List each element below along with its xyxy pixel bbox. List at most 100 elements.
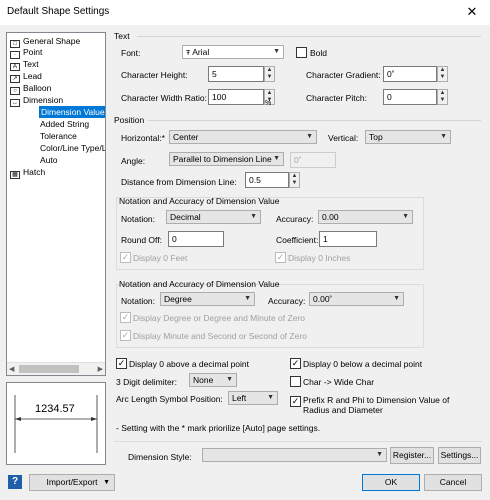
char-pitch-input[interactable]: 0 <box>383 89 437 105</box>
scroll-right-icon[interactable]: ▶ <box>98 365 103 373</box>
prefix-label: Prefix R and Phi to Dimension Value of R… <box>303 395 450 415</box>
tree-item-hatch[interactable]: ▦ Hatch <box>10 166 45 179</box>
spin-up-icon[interactable]: ▲ <box>438 90 447 97</box>
display-minute-zero-checkbox[interactable]: ✓ <box>120 330 131 341</box>
char-pitch-label: Character Pitch: <box>306 93 367 103</box>
tree-item-dimension-value[interactable]: Dimension Value <box>39 106 105 118</box>
category-tree[interactable]: □ General Shape · Point A Text ↗ Lead ○ Ballo… <box>6 32 106 376</box>
dimension-style-label: Dimension Style: <box>128 452 192 462</box>
vertical-select[interactable]: Top ▼ <box>365 130 451 144</box>
width-ratio-input[interactable]: 100 <box>208 89 264 105</box>
notation-group-1-title: Notation and Accuracy of Dimension Value <box>119 196 280 206</box>
tree-item-color-line-type[interactable]: Color/Line Type/L <box>40 142 105 154</box>
prefix-checkbox[interactable]: ✓ <box>290 396 301 407</box>
char-height-input[interactable]: 5 <box>208 66 264 82</box>
dimension-style-select[interactable]: ▼ <box>202 448 387 462</box>
help-icon[interactable]: ? <box>8 475 22 489</box>
scroll-thumb[interactable] <box>19 365 79 373</box>
spin-up-icon[interactable]: ▲ <box>265 90 274 97</box>
tree-item-auto[interactable]: Auto <box>40 154 58 166</box>
position-section-divider <box>148 120 481 121</box>
chevron-down-icon: ▼ <box>402 213 409 220</box>
notation-select[interactable]: Decimal ▼ <box>166 210 261 224</box>
tree-item-balloon[interactable]: ○ Balloon <box>10 82 51 95</box>
tree-item-text[interactable]: A Text <box>10 58 39 71</box>
distance-spinner[interactable]: ▲ ▼ <box>289 172 300 188</box>
scroll-left-icon[interactable]: ◀ <box>9 365 14 373</box>
spin-up-icon[interactable]: ▲ <box>290 173 299 180</box>
char-pitch-spinner[interactable]: ▲ ▼ <box>437 89 448 105</box>
horizontal-select[interactable]: Center ▼ <box>169 130 317 144</box>
dimension-icon: ↔ <box>10 99 20 107</box>
angle-degree-input[interactable]: 0˚ <box>290 152 336 168</box>
angle-select[interactable]: Parallel to Dimension Line ▼ <box>169 152 284 166</box>
coefficient-input[interactable]: 1 <box>319 231 377 247</box>
display-degree-zero-checkbox[interactable]: ✓ <box>120 312 131 323</box>
window-title: Default Shape Settings <box>7 6 110 17</box>
spin-down-icon[interactable]: ▼ <box>438 97 447 104</box>
distance-label: Distance from Dimension Line: <box>121 177 237 187</box>
tree-item-added-string[interactable]: Added String <box>40 118 89 130</box>
horizontal-label: Horizontal:* <box>121 133 165 143</box>
chevron-down-icon: ▼ <box>393 295 400 302</box>
ok-button[interactable]: OK <box>362 474 420 491</box>
char-gradient-spinner[interactable]: ▲ ▼ <box>437 66 448 82</box>
note-text: - Setting with the * mark priorilize [Au… <box>116 423 321 433</box>
accuracy2-select[interactable]: 0.00˚ ▼ <box>309 292 404 306</box>
digit-delimiter-select[interactable]: None ▼ <box>189 373 237 387</box>
font-select[interactable]: Ŧ Arial ▼ <box>182 45 284 59</box>
spin-down-icon[interactable]: ▼ <box>290 180 299 187</box>
tree-item-tolerance[interactable]: Tolerance <box>40 130 77 142</box>
arc-length-select[interactable]: Left ▼ <box>228 391 278 405</box>
position-section-title: Position <box>114 115 145 125</box>
import-export-button[interactable]: Import/Export ▼ <box>29 474 115 491</box>
chevron-down-icon: ▼ <box>273 155 280 162</box>
hatch-icon: ▦ <box>10 171 20 179</box>
spin-down-icon[interactable]: ▼ <box>438 74 447 81</box>
accuracy-select[interactable]: 0.00 ▼ <box>318 210 413 224</box>
settings-button[interactable]: Settings... <box>438 447 481 464</box>
register-button[interactable]: Register... <box>390 447 434 464</box>
close-button[interactable]: ✕ <box>461 3 483 21</box>
char-height-spinner[interactable]: ▲ ▼ <box>264 66 275 82</box>
text-section-divider <box>137 36 481 37</box>
dimension-preview-drawing <box>14 395 98 453</box>
bold-label: Bold <box>310 48 328 58</box>
accuracy2-label: Accuracy: <box>268 296 306 306</box>
round-off-label: Round Off: <box>121 235 162 245</box>
display-inches-checkbox[interactable]: ✓ <box>275 252 286 263</box>
footer-divider <box>114 441 482 442</box>
display-below-label: Display 0 below a decimal point <box>303 359 423 369</box>
cancel-button[interactable]: Cancel <box>424 474 482 491</box>
tree-item-dimension[interactable]: ↔ Dimension <box>10 94 63 107</box>
chevron-down-icon: ▼ <box>306 133 313 140</box>
text-section-title: Text <box>114 31 130 41</box>
display-inches-label: Display 0 Inches <box>288 253 351 263</box>
spin-down-icon[interactable]: ▼ <box>265 74 274 81</box>
char-gradient-input[interactable]: 0˚ <box>383 66 437 82</box>
tree-horizontal-scrollbar[interactable]: ◀ ▶ <box>7 362 105 375</box>
chevron-down-icon: ▼ <box>103 479 110 486</box>
notation2-select[interactable]: Degree ▼ <box>160 292 255 306</box>
wide-char-checkbox[interactable] <box>290 376 301 387</box>
char-height-label: Character Height: <box>121 70 188 80</box>
tree-item-lead[interactable]: ↗ Lead <box>10 70 42 83</box>
spin-up-icon[interactable]: ▲ <box>438 67 447 74</box>
display-feet-checkbox[interactable]: ✓ <box>120 252 131 263</box>
spin-up-icon[interactable]: ▲ <box>265 67 274 74</box>
chevron-down-icon: ▼ <box>226 376 233 383</box>
distance-input[interactable]: 0.5 <box>245 172 289 188</box>
width-ratio-label: Character Width Ratio: <box>121 93 207 103</box>
digit-delimiter-label: 3 Digit delimiter: <box>116 377 177 387</box>
display-minute-zero-label: Display Minute and Second or Second of Z… <box>133 331 307 341</box>
coefficient-label: Coefficient: <box>276 235 319 245</box>
round-off-input[interactable]: 0 <box>168 231 224 247</box>
chevron-down-icon: ▼ <box>440 133 447 140</box>
display-below-checkbox[interactable]: ✓ <box>290 358 301 369</box>
display-above-label: Display 0 above a decimal point <box>129 359 250 369</box>
tree-item-point[interactable]: · Point <box>10 46 42 59</box>
display-degree-zero-label: Display Degree or Degree and Minute of Z… <box>133 313 305 323</box>
display-feet-label: Display 0 Feet <box>133 253 188 263</box>
bold-checkbox[interactable] <box>296 47 307 58</box>
display-above-checkbox[interactable]: ✓ <box>116 358 127 369</box>
